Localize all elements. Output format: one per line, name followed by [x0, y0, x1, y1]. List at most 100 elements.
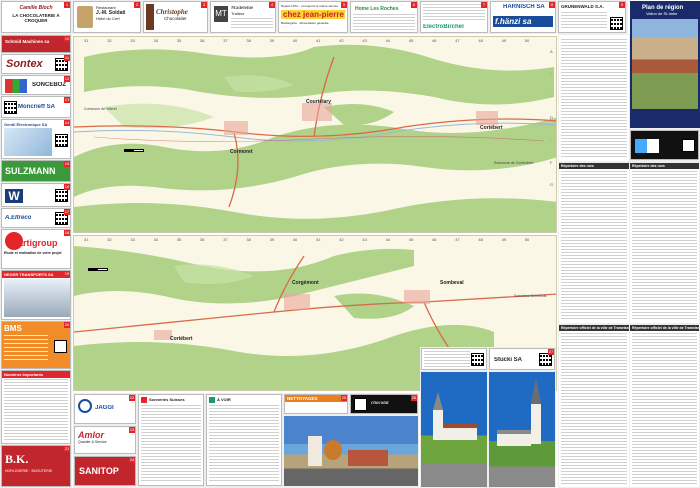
map-upper-terrain [74, 44, 556, 232]
qr-code[interactable] [354, 398, 367, 411]
ad-logo: MT [214, 6, 228, 22]
ad-number: 7 [481, 2, 487, 8]
ad-camille-bloch[interactable]: Camille Bloch LA CHOCOLATERIE À CROQUER … [1, 1, 71, 33]
ad-stucki[interactable]: Stucki SA 27 [489, 348, 555, 370]
ad-neger-transports[interactable]: NEGER TRANSPORTS SA 19 [1, 270, 71, 320]
ad-number: 11 [64, 55, 70, 61]
ad-amlor[interactable]: Amlor Quartier & Service 23 [74, 426, 136, 454]
qr-code[interactable] [4, 101, 17, 114]
ad-title: HARNISCH SA [503, 4, 545, 10]
photo-church-left [421, 372, 487, 487]
ad-gentil[interactable]: Gentil Électronique SA 14 [1, 119, 71, 159]
place-label: Commune de Villeret [84, 107, 117, 111]
ad-title: Home Les Roches [355, 6, 399, 12]
official-index-1: Répertoire officiel de la ville de Trame… [559, 325, 629, 487]
qr-code[interactable] [610, 17, 623, 30]
street-index-1: Répertoire des rues [559, 163, 629, 323]
church-nave [443, 424, 477, 440]
ad-sontex[interactable]: Sontex 11 [1, 54, 71, 74]
ad-jaggi[interactable]: JAGGI 22 [74, 394, 136, 424]
ad-title: Amlor [78, 430, 105, 440]
ad-title: NEGER TRANSPORTS SA [2, 271, 70, 278]
ad-title: BMS [4, 324, 22, 333]
ad-bms[interactable]: BMS 20 [1, 321, 71, 369]
ad-number: 6 [411, 2, 417, 8]
ad-number: 19 [64, 271, 70, 277]
ad-moncrieff[interactable]: Moncrieff SA 13 [1, 96, 71, 118]
index-column-upper-1 [559, 35, 629, 161]
ad-chocolat[interactable]: chocolat 26 [350, 394, 418, 414]
ad-sanitop[interactable]: SANITOP 24 [74, 456, 136, 486]
ad-chez-jean-pierre[interactable]: Depuis 1972... et toujours le même servi… [278, 1, 348, 33]
official-index-2: Répertoire officiel de la ville de Trame… [630, 325, 699, 487]
ad-title: ElectroBircher [423, 24, 465, 30]
photo-tree-shape [324, 440, 342, 460]
qr-code[interactable] [54, 340, 67, 353]
qr-code[interactable] [55, 134, 68, 147]
ad-number: 17 [64, 209, 70, 215]
top-ad-strip: Camille Bloch LA CHOCOLATERIE À CROQUER … [0, 0, 628, 34]
ad-eltreco[interactable]: A.Eltreco 17 [1, 208, 71, 228]
ad-extra: Hôtel du Cerf [96, 16, 120, 21]
ad-number: 13 [64, 97, 70, 103]
ad-title: SULZMANN [5, 166, 56, 176]
list-title: À VOIR [217, 397, 231, 402]
ad-number: 23 [129, 427, 135, 433]
index-lines [632, 333, 697, 485]
ad-sonceboz[interactable]: SONCEBOZ 12 [1, 75, 71, 95]
cover-panel[interactable]: Plan de région Vallon de St-Imier [630, 1, 700, 128]
ad-harnisch[interactable]: HARNISCH SA f.hänzi sa 8 [490, 1, 556, 33]
ad-text-lines [353, 14, 415, 30]
index-lines [561, 171, 627, 321]
ad-number: 15 [64, 161, 70, 167]
place-label: Sonceboz-Sombeval [514, 294, 547, 298]
ad-electrobircher[interactable]: ElectroBircher 7 [420, 1, 488, 33]
ad-logo [635, 139, 659, 153]
list-lines [141, 405, 201, 483]
ad-madeleine[interactable]: MT Madeleine Traiteur 4 [210, 1, 276, 33]
ad-christophe[interactable]: Christophe Chocolatier 3 [143, 1, 208, 33]
ad-title: chocolat [371, 401, 389, 406]
list-title: Sonneries Suisses [149, 397, 185, 402]
place-label: Sombeval [440, 280, 464, 286]
ad-grunenwald[interactable]: GRUNENWALD S.A. 9 [558, 1, 626, 33]
ad-logo [5, 232, 23, 250]
ad-title: Christophe [156, 8, 188, 16]
ad-image [4, 279, 70, 317]
ad-number: 22 [129, 395, 135, 401]
ad-number: 4 [269, 2, 275, 8]
a-voir-list: À VOIR [206, 394, 282, 486]
place-label: Cortébert [170, 336, 193, 342]
ad-title: SANITOP [79, 466, 119, 476]
ad-photo-header-1[interactable] [421, 348, 487, 370]
ad-sulzmann[interactable]: SULZMANN 15 [1, 160, 71, 182]
ad-number: 5 [341, 2, 347, 8]
qr-code[interactable] [55, 189, 68, 202]
ad-number: 21 [64, 446, 70, 452]
ad-nettoyages[interactable]: NETTOYAGES 25 [284, 394, 348, 414]
ad-right-sponsor[interactable] [630, 130, 699, 160]
photo-building-shape [348, 450, 388, 466]
right-panel: Plan de région Vallon de St-Imier Répert… [558, 1, 700, 488]
photo-building-shape [308, 436, 322, 466]
ad-logo [78, 399, 92, 413]
ad-number: 20 [64, 322, 70, 328]
qr-code[interactable] [682, 139, 695, 152]
ad-w[interactable]: W 16 [1, 183, 71, 207]
ad-title: B.K. [5, 452, 29, 466]
ad-schmid[interactable]: Schmid Machines sa 10 [1, 35, 71, 53]
ad-text-lines [561, 12, 607, 30]
ad-home-les-roches[interactable]: Home Les Roches 6 [350, 1, 418, 33]
ad-bk[interactable]: B.K. HORLOGERIE · BIJOUTERIE 21 [1, 445, 71, 487]
ad-subtitle: Traiteur [231, 11, 245, 16]
church-spire [433, 392, 443, 410]
ad-title: Camille Bloch [19, 5, 53, 11]
ad-artigroup[interactable]: artigroup Étude et réalisation de votre … [1, 229, 71, 269]
ad-subtitle: Chocolatier [164, 16, 187, 21]
index-lines [561, 39, 627, 159]
map-upper-panel[interactable]: 31 32 33 34 35 36 37 38 39 40 41 42 43 44 45 46 47 48 49 50… [73, 36, 557, 233]
ad-soldati[interactable]: Restaurant J.-M. Soldati Hôtel du Cerf 2 [73, 1, 141, 33]
ad-number: 1 [64, 2, 70, 8]
important-numbers-list [4, 379, 68, 441]
qr-code[interactable] [471, 353, 484, 366]
